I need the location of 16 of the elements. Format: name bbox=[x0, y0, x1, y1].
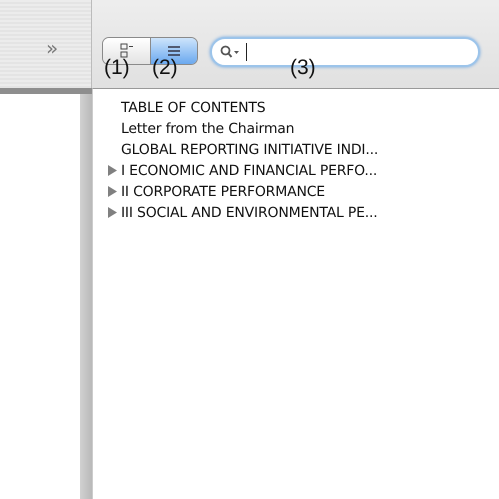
text-cursor bbox=[246, 43, 247, 61]
search-icon[interactable] bbox=[220, 45, 240, 59]
callout-number: (3) bbox=[290, 56, 316, 80]
outline-item[interactable]: III SOCIAL AND ENVIRONMENTAL PE... bbox=[121, 204, 378, 220]
outline-item[interactable]: TABLE OF CONTENTS bbox=[121, 100, 266, 116]
outline-item[interactable]: Letter from the Chairman bbox=[121, 120, 294, 136]
outline-item[interactable]: I ECONOMIC AND FINANCIAL PERFO... bbox=[121, 162, 378, 178]
disclosure-triangle-icon[interactable] bbox=[107, 207, 118, 218]
disclosure-triangle-icon[interactable] bbox=[107, 165, 118, 176]
callout-number: (1) bbox=[104, 56, 130, 80]
overflow-chevron[interactable]: » bbox=[46, 37, 86, 59]
disclosure-triangle-icon[interactable] bbox=[107, 186, 118, 197]
thumbnail-icon bbox=[120, 43, 134, 59]
outline-item[interactable]: GLOBAL REPORTING INITIATIVE INDI... bbox=[121, 142, 378, 158]
list-lines-icon bbox=[167, 44, 181, 58]
outline-item[interactable]: II CORPORATE PERFORMANCE bbox=[121, 184, 325, 200]
